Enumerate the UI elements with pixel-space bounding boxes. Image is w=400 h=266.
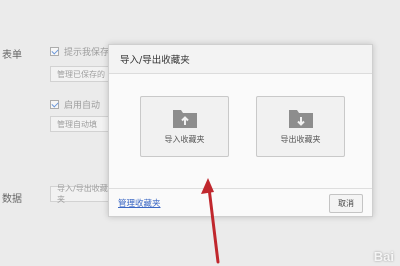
arrow-shaft xyxy=(207,186,220,264)
arrow-head xyxy=(201,178,214,194)
watermark-logo: Bai xyxy=(373,249,394,264)
annotation-arrow xyxy=(201,178,220,264)
